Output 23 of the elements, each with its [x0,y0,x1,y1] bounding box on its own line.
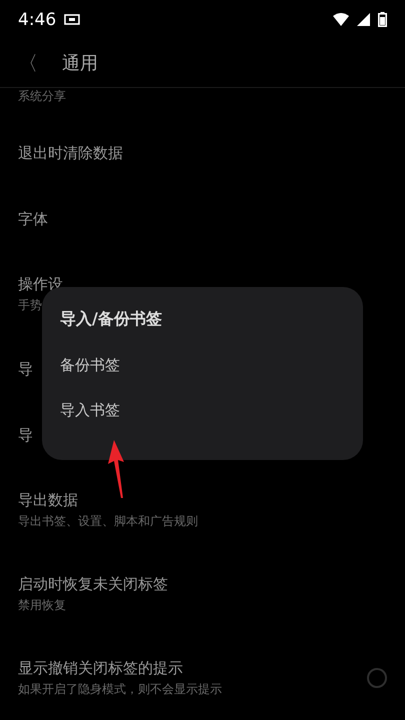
setting-title[interactable]: 显示撤销关闭标签的提示 [18,658,222,678]
status-time: 4:46 [18,10,56,30]
back-button[interactable]: 〈 [18,50,38,76]
setting-description: 系统分享 [18,88,66,105]
setting-title[interactable]: 导 [18,426,33,444]
setting-description: 禁用恢复 [18,596,67,614]
page-title: 通用 [62,52,98,75]
dialog-option[interactable]: 导入书签 [60,401,120,420]
dialog-option[interactable]: 备份书签 [60,356,120,375]
setting-title[interactable]: 导出数据 [18,490,198,510]
wifi-icon [333,13,349,26]
setting-title[interactable]: 启动时恢复未关闭标签 [18,574,168,594]
setting-description: 手势 [18,296,43,314]
dialog-title: 导入/备份书签 [60,309,163,330]
setting-title[interactable]: 字体 [18,210,48,228]
setting-title[interactable]: 退出时清除数据 [18,144,123,162]
signal-icon [357,13,370,26]
setting-title[interactable]: 导 [18,360,33,378]
notification-icon [64,14,80,25]
setting-description: 如果开启了隐身模式，则不会显示提示 [18,680,222,698]
toggle-switch[interactable] [367,668,387,688]
setting-description: 导出书签、设置、脚本和广告规则 [18,512,198,530]
battery-icon [378,12,387,27]
